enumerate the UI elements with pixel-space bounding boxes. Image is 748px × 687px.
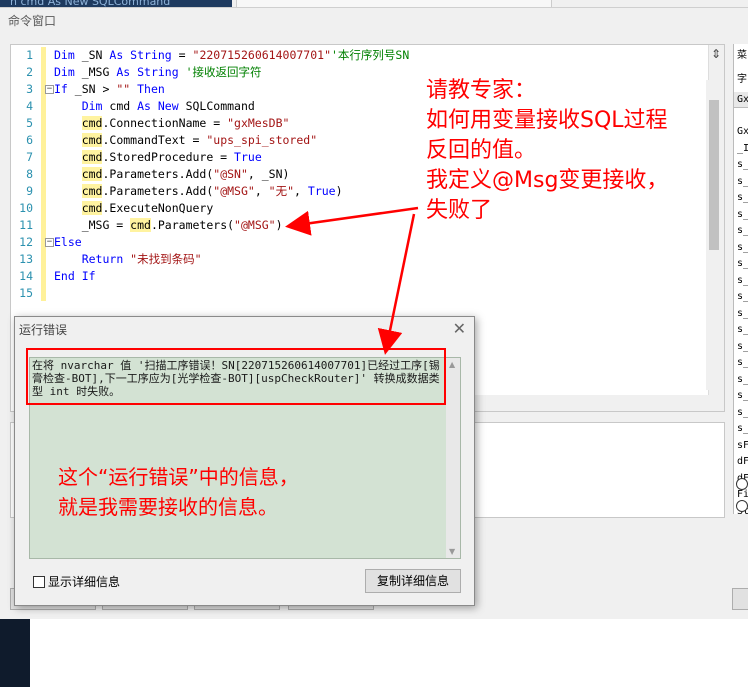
right-panel-item[interactable]: Fil [737,489,748,500]
explanation-annotation: 这个“运行错误”中的信息， 就是我需要接收的信息。 [58,462,418,522]
right-panel-column-header: GxM [734,92,748,108]
code-text: Else [54,235,82,249]
right-panel-item[interactable]: s_t [737,291,748,302]
code-text: cmd.StoredProcedure = True [81,150,262,164]
line-number: 15 [19,286,33,300]
code-text: Dim cmd As New SQLCommand [81,99,255,113]
annotation-line: 失败了 [426,198,493,223]
right-panel-item[interactable]: s_g [737,176,748,187]
right-panel-field[interactable]: 字 [737,70,747,85]
line-number: 2 [26,65,33,79]
right-panel-item[interactable]: s_s [737,192,748,203]
code-line[interactable]: 12 − Else [11,234,711,251]
code-text: cmd.Parameters.Add("@MSG", "无", True) [81,184,343,198]
copy-details-button[interactable]: 复制详细信息 [365,569,461,593]
right-panel-item[interactable]: s_R [737,341,748,352]
line-number: 13 [19,252,33,266]
right-panel-item[interactable]: s_R [737,423,748,434]
right-panel-item[interactable]: s_c [737,159,748,170]
annotation-line: 我定义@Msg变更接收， [426,168,669,193]
question-annotation: 请教专家： 如何用变量接收SQL过程 反回的值。我定义@Msg变更接收， 失败了 [426,76,726,226]
code-line[interactable]: 15 [11,285,711,302]
right-panel[interactable]: 菜 字 GxM GxM _ID s_c s_g s_s s_l s_s s_w s_M s_c s_… [733,44,748,514]
code-text: End If [54,269,96,283]
right-panel-item[interactable]: _ID [737,143,748,154]
right-panel-item[interactable]: s_s [737,308,748,319]
line-number: 7 [26,150,33,164]
line-number: 6 [26,133,33,147]
code-line[interactable]: 1 Dim _SN As String = "220715260614007701… [11,47,711,64]
code-text: If _SN > "" Then [54,82,165,96]
line-number: 3 [26,82,33,96]
code-text: Dim _MSG As String '接收返回字符 [54,65,262,79]
right-panel-item[interactable]: s_R [737,390,748,401]
message-scrollbar[interactable]: ▲ ▼ [446,358,460,558]
code-line[interactable]: 13 Return "未找到条码" [11,251,711,268]
show-details-row[interactable]: 显示详细信息 [33,573,120,590]
right-panel-item[interactable]: s_U [737,324,748,335]
line-number: 12 [19,235,33,249]
code-text: cmd.CommandText = "ups_spi_stored" [81,133,318,147]
top-strip: n cmd As New SQLCommand [0,0,748,7]
right-panel-item[interactable]: GxM [737,126,748,137]
right-panel-item[interactable]: s_R [737,357,748,368]
show-details-checkbox[interactable] [33,575,45,588]
line-number: 4 [26,99,33,113]
window-title: 命令窗口 [8,14,57,28]
code-text: cmd.Parameters.Add("@SN", _SN) [81,167,290,181]
right-panel-item[interactable]: s_s [737,225,748,236]
right-panel-item[interactable]: dFi [737,456,748,467]
scroll-down-icon[interactable]: ▼ [449,547,455,556]
code-text: Return "未找到条码" [81,252,202,266]
right-panel-item[interactable]: s_R [737,374,748,385]
code-text: _MSG = cmd.Parameters("@MSG") [54,218,283,232]
dialog-title: 运行错误 [19,323,68,337]
line-number: 14 [19,269,33,283]
right-panel-item[interactable]: s_A [737,407,748,418]
annotation-line: 如何用变量接收SQL过程 [426,108,668,133]
right-panel-item[interactable]: s_l [737,209,748,220]
radio-option-2[interactable] [736,500,748,512]
background-tab[interactable]: n cmd As New SQLCommand [0,0,232,7]
annotation-line: 就是我需要接收的信息。 [58,495,278,519]
scroll-up-icon[interactable]: ▲ [449,360,455,369]
fold-toggle-icon[interactable]: − [45,85,54,94]
fold-toggle-icon[interactable]: − [45,238,54,247]
annotation-line: 请教专家： [426,78,537,103]
line-number: 9 [26,184,33,198]
background-tab-2[interactable] [236,0,552,7]
right-panel-item[interactable]: s_w [737,242,748,253]
line-number: 10 [19,201,33,215]
code-text: cmd.ExecuteNonQuery [81,201,214,215]
taskbar-edge [0,619,30,687]
code-line[interactable]: 14 End If [11,268,711,285]
line-number: 11 [19,218,33,232]
line-number: 8 [26,167,33,181]
right-panel-header: 菜 [737,50,747,61]
right-panel-item[interactable]: s_M [737,258,748,269]
annotation-line: 反回的值。 [426,138,537,163]
desktop-area [30,619,748,687]
show-details-label: 显示详细信息 [48,575,121,589]
code-text: Dim _SN As String = "220715260614007701"… [54,48,410,62]
annotation-line: 这个“运行错误”中的信息， [58,465,299,489]
line-number: 5 [26,116,33,130]
right-panel-item[interactable]: sFi [737,440,748,451]
bottom-button-5[interactable] [732,588,748,610]
close-icon[interactable]: ✕ [453,319,466,338]
radio-option-1[interactable] [736,478,748,490]
line-number: 1 [26,48,33,62]
right-panel-item[interactable]: s_c [737,275,748,286]
error-highlight-box [26,348,446,405]
split-pin-icon[interactable]: ⇕ [711,47,721,61]
code-text: cmd.ConnectionName = "gxMesDB" [81,116,290,130]
